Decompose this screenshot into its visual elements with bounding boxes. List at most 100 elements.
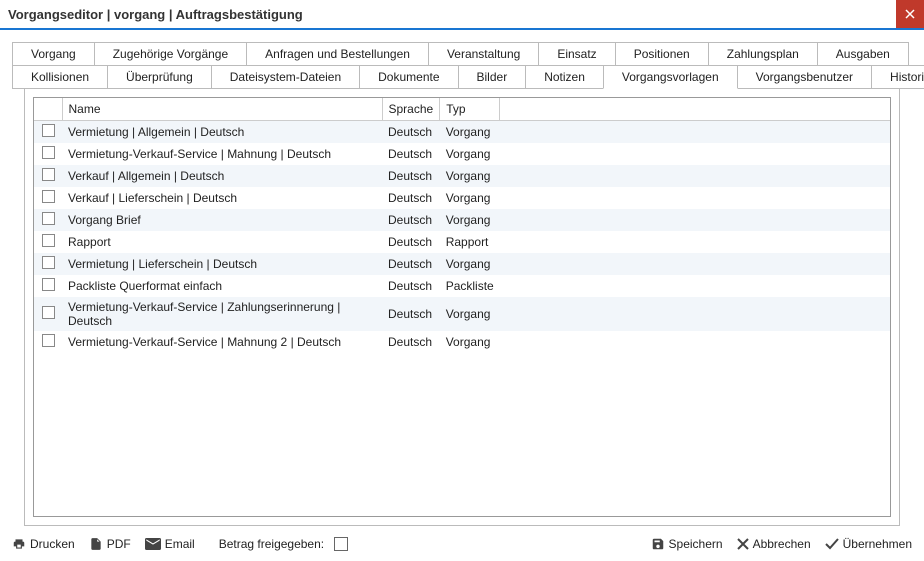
cancel-label: Abbrechen — [753, 537, 811, 551]
tab-ausgaben[interactable]: Ausgaben — [817, 42, 909, 66]
print-label: Drucken — [30, 537, 75, 551]
table-row[interactable]: RapportDeutschRapport — [34, 231, 890, 253]
table-row[interactable]: Vermietung-Verkauf-Service | Mahnung 2 |… — [34, 331, 890, 353]
tab-notizen[interactable]: Notizen — [525, 65, 604, 89]
row-language: Deutsch — [382, 231, 440, 253]
row-name: Vorgang Brief — [62, 209, 382, 231]
tab-historie[interactable]: Historie — [871, 65, 924, 89]
email-icon — [145, 538, 161, 550]
table-row[interactable]: Verkauf | Lieferschein | DeutschDeutschV… — [34, 187, 890, 209]
table-row[interactable]: Vermietung | Allgemein | DeutschDeutschV… — [34, 121, 890, 144]
row-type: Vorgang — [440, 209, 500, 231]
row-checkbox[interactable] — [42, 190, 55, 203]
amount-released: Betrag freigegeben: — [219, 537, 348, 551]
tab-kollisionen[interactable]: Kollisionen — [12, 65, 108, 89]
save-label: Speichern — [669, 537, 723, 551]
row-name: Vermietung-Verkauf-Service | Mahnung | D… — [62, 143, 382, 165]
row-checkbox[interactable] — [42, 278, 55, 291]
row-checkbox[interactable] — [42, 146, 55, 159]
apply-label: Übernehmen — [843, 537, 912, 551]
close-icon — [905, 9, 915, 19]
amount-released-checkbox[interactable] — [334, 537, 348, 551]
col-type[interactable]: Typ — [440, 98, 500, 121]
close-button[interactable] — [896, 0, 924, 28]
pdf-button[interactable]: PDF — [89, 537, 131, 551]
row-name: Verkauf | Allgemein | Deutsch — [62, 165, 382, 187]
row-name: Verkauf | Lieferschein | Deutsch — [62, 187, 382, 209]
row-type: Vorgang — [440, 331, 500, 353]
tab-positionen[interactable]: Positionen — [615, 42, 709, 66]
row-type: Packliste — [440, 275, 500, 297]
row-language: Deutsch — [382, 253, 440, 275]
row-name: Packliste Querformat einfach — [62, 275, 382, 297]
tab-row-2: KollisionenÜberprüfungDateisystem-Dateie… — [12, 65, 912, 89]
row-language: Deutsch — [382, 121, 440, 144]
row-checkbox[interactable] — [42, 234, 55, 247]
row-language: Deutsch — [382, 331, 440, 353]
row-language: Deutsch — [382, 275, 440, 297]
save-icon — [651, 537, 665, 551]
row-type: Vorgang — [440, 187, 500, 209]
tab-dokumente[interactable]: Dokumente — [359, 65, 458, 89]
row-language: Deutsch — [382, 187, 440, 209]
row-checkbox[interactable] — [42, 212, 55, 225]
tab-content: Name Sprache Typ Vermietung | Allgemein … — [24, 89, 900, 526]
row-name: Rapport — [62, 231, 382, 253]
tab-einsatz[interactable]: Einsatz — [538, 42, 615, 66]
tab-zahlungsplan[interactable]: Zahlungsplan — [708, 42, 818, 66]
save-button[interactable]: Speichern — [651, 537, 723, 551]
col-checkbox[interactable] — [34, 98, 62, 121]
row-checkbox[interactable] — [42, 124, 55, 137]
amount-released-label: Betrag freigegeben: — [219, 537, 324, 551]
tab-row-1: VorgangZugehörige VorgängeAnfragen und B… — [12, 42, 912, 66]
row-checkbox[interactable] — [42, 306, 55, 319]
tab-überprüfung[interactable]: Überprüfung — [107, 65, 212, 89]
tab-anfragen-und-bestellungen[interactable]: Anfragen und Bestellungen — [246, 42, 429, 66]
footer: Drucken PDF Email Betrag freigegeben: Sp… — [0, 527, 924, 561]
table-wrap: Name Sprache Typ Vermietung | Allgemein … — [33, 97, 891, 517]
row-language: Deutsch — [382, 209, 440, 231]
row-language: Deutsch — [382, 297, 440, 331]
row-name: Vermietung | Lieferschein | Deutsch — [62, 253, 382, 275]
cancel-button[interactable]: Abbrechen — [737, 537, 811, 551]
row-type: Vorgang — [440, 165, 500, 187]
table-row[interactable]: Vermietung | Lieferschein | DeutschDeuts… — [34, 253, 890, 275]
row-checkbox[interactable] — [42, 256, 55, 269]
pdf-label: PDF — [107, 537, 131, 551]
tab-dateisystem-dateien[interactable]: Dateisystem-Dateien — [211, 65, 360, 89]
tab-veranstaltung[interactable]: Veranstaltung — [428, 42, 539, 66]
email-button[interactable]: Email — [145, 537, 195, 551]
row-checkbox[interactable] — [42, 334, 55, 347]
col-language[interactable]: Sprache — [382, 98, 440, 121]
table-row[interactable]: Verkauf | Allgemein | DeutschDeutschVorg… — [34, 165, 890, 187]
table-row[interactable]: Packliste Querformat einfachDeutschPackl… — [34, 275, 890, 297]
window-title: Vorgangseditor | vorgang | Auftragsbestä… — [8, 7, 303, 22]
row-name: Vermietung-Verkauf-Service | Zahlungseri… — [62, 297, 382, 331]
table-body: Vermietung | Allgemein | DeutschDeutschV… — [34, 121, 890, 354]
tab-zugehörige-vorgänge[interactable]: Zugehörige Vorgänge — [94, 42, 247, 66]
table-row[interactable]: Vorgang BriefDeutschVorgang — [34, 209, 890, 231]
row-checkbox[interactable] — [42, 168, 55, 181]
row-type: Vorgang — [440, 253, 500, 275]
apply-button[interactable]: Übernehmen — [825, 537, 912, 551]
table-row[interactable]: Vermietung-Verkauf-Service | Zahlungseri… — [34, 297, 890, 331]
row-type: Vorgang — [440, 297, 500, 331]
print-button[interactable]: Drucken — [12, 537, 75, 551]
email-label: Email — [165, 537, 195, 551]
row-name: Vermietung-Verkauf-Service | Mahnung 2 |… — [62, 331, 382, 353]
row-language: Deutsch — [382, 165, 440, 187]
tab-vorgangsvorlagen[interactable]: Vorgangsvorlagen — [603, 65, 738, 89]
row-type: Vorgang — [440, 121, 500, 144]
check-icon — [825, 538, 839, 550]
col-filler — [500, 98, 890, 121]
row-name: Vermietung | Allgemein | Deutsch — [62, 121, 382, 144]
cancel-icon — [737, 538, 749, 550]
col-name[interactable]: Name — [62, 98, 382, 121]
tab-bilder[interactable]: Bilder — [458, 65, 527, 89]
tab-vorgang[interactable]: Vorgang — [12, 42, 95, 66]
row-type: Vorgang — [440, 143, 500, 165]
tabs-area: VorgangZugehörige VorgängeAnfragen und B… — [0, 30, 924, 526]
tab-vorgangsbenutzer[interactable]: Vorgangsbenutzer — [737, 65, 872, 89]
templates-table: Name Sprache Typ Vermietung | Allgemein … — [34, 98, 890, 353]
table-row[interactable]: Vermietung-Verkauf-Service | Mahnung | D… — [34, 143, 890, 165]
